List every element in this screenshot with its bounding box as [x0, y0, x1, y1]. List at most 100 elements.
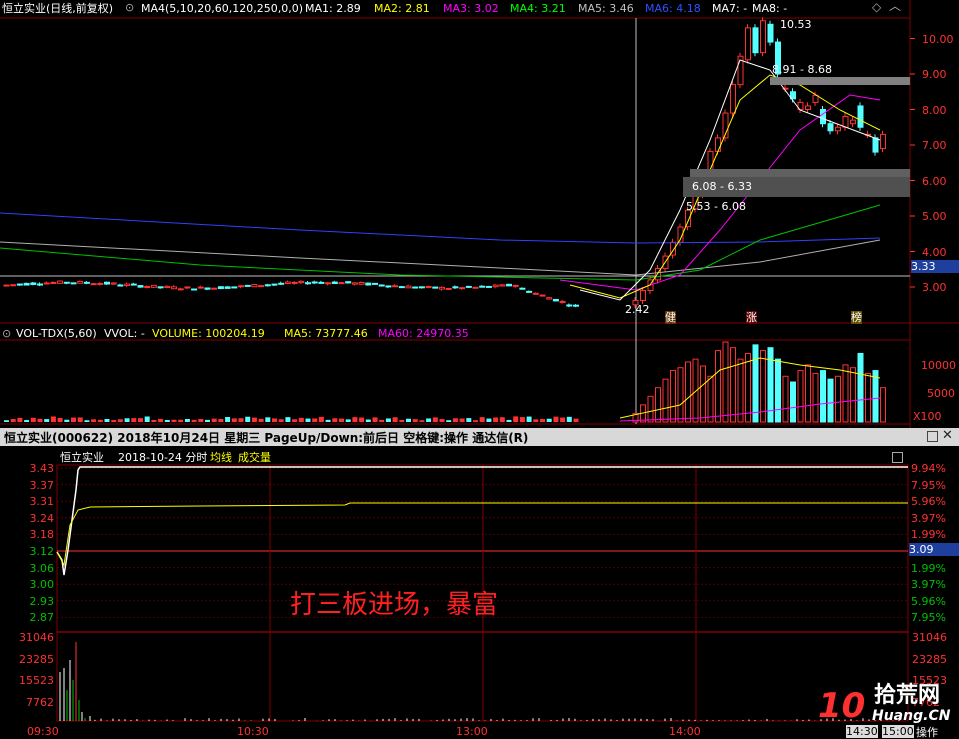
volume-bar: [493, 417, 499, 422]
volume-bar: [439, 419, 445, 422]
ma-formula: MA4(5,10,20,60,120,250,0,0): [141, 2, 304, 15]
candle-body: [820, 109, 826, 125]
operate-button[interactable]: 操作: [916, 726, 938, 739]
intraday-volume-tick: 31046: [19, 631, 54, 644]
volume-bars: [4, 341, 886, 423]
volume-bar: [466, 418, 472, 422]
marker-3[interactable]: 榜: [851, 311, 862, 324]
candle-body: [452, 286, 459, 289]
candle-body: [291, 281, 298, 284]
volume-bar: [730, 347, 736, 423]
volume-bar: [265, 417, 271, 422]
volume-bar: [560, 417, 566, 422]
marker-2[interactable]: 涨: [746, 311, 757, 324]
panel-toggle-icon[interactable]: [892, 452, 903, 463]
volume-bar: [670, 370, 676, 423]
candle-body: [492, 284, 499, 288]
watermark-number: 10: [818, 686, 866, 726]
volume-bar: [151, 419, 157, 422]
candle-body: [171, 286, 177, 290]
candle-body: [760, 20, 766, 54]
candle-body: [425, 285, 432, 288]
candle-body: [50, 281, 57, 284]
candle-body: [351, 282, 358, 285]
vol-axis-10000: 10000: [921, 359, 956, 372]
volume-bar: [692, 358, 699, 423]
candle-body: [318, 281, 325, 284]
maximize-icon[interactable]: [927, 431, 938, 442]
volume-bar: [278, 419, 284, 422]
chevron-up-icon[interactable]: ︿: [889, 0, 901, 13]
candle-body: [191, 288, 198, 291]
candle-body: [445, 287, 452, 290]
volume-bar: [332, 418, 338, 422]
volume-bar: [318, 416, 324, 422]
volume-bar: [298, 417, 304, 422]
volume-bar: [805, 364, 811, 423]
candle-body: [459, 287, 466, 290]
candle-body: [850, 119, 856, 125]
volume-bar: [305, 418, 311, 422]
volume-bar: [715, 350, 721, 423]
vol-unit: X100: [913, 410, 942, 423]
close-icon[interactable]: ✕: [942, 428, 953, 443]
candle-body: [365, 282, 372, 286]
marker-1[interactable]: 健: [665, 311, 676, 324]
volume-bar: [655, 387, 661, 423]
zone1-label: 8.91 - 8.68: [772, 63, 832, 76]
candle-body: [345, 281, 352, 284]
volume-bar: [57, 417, 63, 422]
volume-bar: [285, 417, 291, 422]
candle-body: [472, 286, 479, 289]
candle-body: [177, 288, 184, 291]
volume-bar: [677, 367, 684, 423]
intraday-price-tick: 3.43: [29, 462, 55, 475]
candle-body: [559, 300, 566, 303]
volume-bar: [446, 420, 452, 422]
volume-bar: [752, 344, 759, 423]
candle-body: [432, 286, 439, 289]
volume-bar: [111, 420, 117, 422]
low-label: 2.42: [625, 303, 650, 316]
intraday-vol-label: 成交量: [238, 451, 271, 464]
volume-bar: [499, 417, 505, 422]
settings-icon[interactable]: ⊙: [125, 1, 134, 14]
volume-bar: [312, 418, 318, 422]
ma8-value: MA8: -: [752, 2, 788, 15]
candle-body: [258, 285, 265, 288]
candle-body: [217, 286, 224, 290]
volume-bar: [258, 418, 264, 422]
diamond-icon[interactable]: ◇: [872, 1, 881, 14]
intraday-volume-tick: 7762: [26, 695, 54, 709]
volume-bar: [359, 417, 365, 422]
intraday-pct-tick: 3.97%: [911, 578, 946, 592]
candle-body: [284, 281, 291, 284]
intraday-avg-label: 均线: [210, 451, 232, 464]
volume-bar: [857, 352, 864, 423]
candle-body: [325, 282, 332, 285]
intraday-pct-tick: 1.99%: [911, 528, 946, 542]
candle-body: [251, 283, 258, 288]
candle-body: [412, 286, 419, 289]
candle-body: [137, 285, 144, 288]
intraday-avg-line: [56, 502, 908, 567]
vol-settings-icon[interactable]: ⊙: [2, 327, 11, 340]
vol-indicator: VOL-TDX(5,60): [16, 327, 97, 340]
volume-bar: [737, 358, 744, 423]
watermark-logo: 10 拾荒网 Huang.CN: [818, 684, 958, 727]
price-tick: 7.00: [922, 139, 947, 152]
candle-body: [63, 281, 70, 284]
volume-bar: [292, 419, 298, 422]
candle-body: [130, 283, 137, 286]
volume-bar: [198, 418, 204, 422]
price-tick: 10.00: [922, 32, 954, 46]
volume-bar: [479, 417, 485, 422]
candle-body: [150, 284, 157, 288]
intraday-volume-tick: 23285: [19, 652, 54, 666]
volume-bar: [412, 419, 418, 422]
ma6-line: [0, 212, 881, 244]
ma4-value: MA4: 3.21: [510, 2, 566, 15]
volume-bar: [533, 419, 539, 422]
candle-body: [157, 286, 164, 289]
intraday-titlebar[interactable]: 恒立实业(000622) 2018年10月24日 星期三 PageUp/Down…: [0, 428, 959, 446]
